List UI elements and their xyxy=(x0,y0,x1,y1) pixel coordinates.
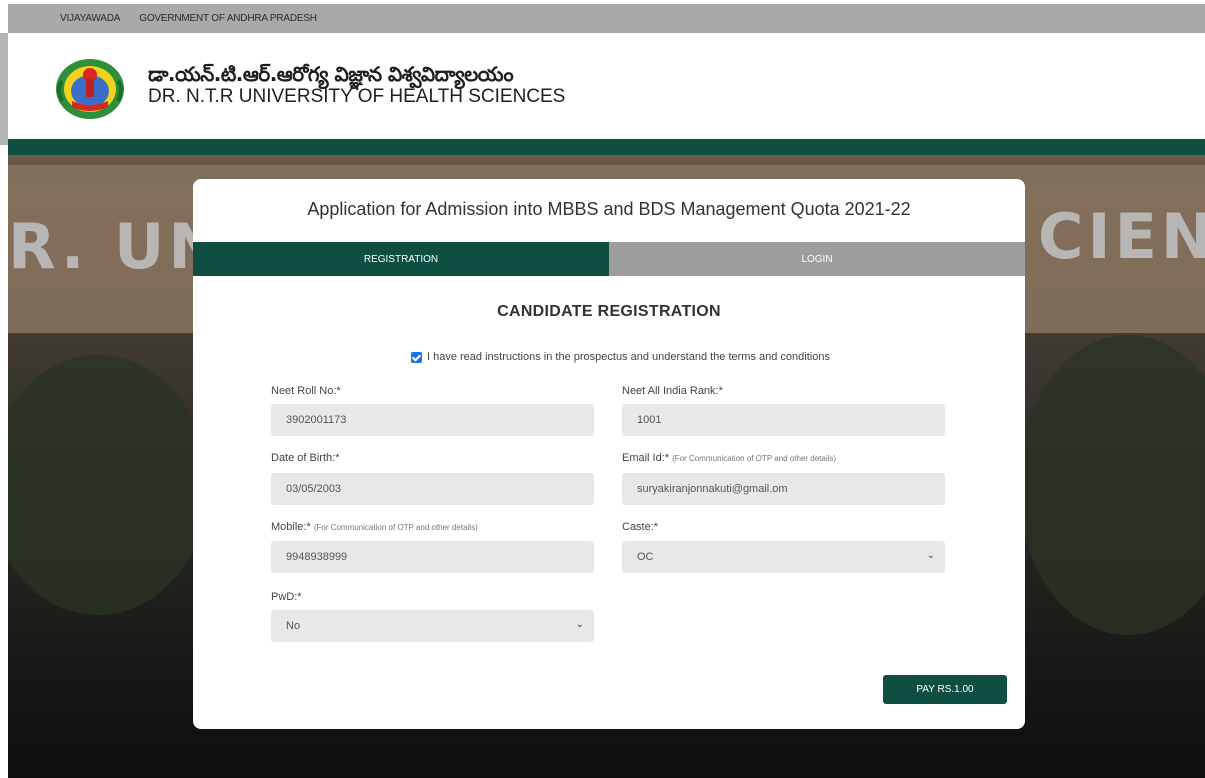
terms-checkbox[interactable] xyxy=(411,351,422,363)
terms-label: I have read instructions in the prospect… xyxy=(427,351,830,363)
neet-roll-value: 3902001173 xyxy=(286,414,347,426)
neet-rank-field[interactable]: 1001 xyxy=(622,404,945,436)
chevron-down-icon: ⌄ xyxy=(926,550,935,561)
caste-label: Caste:* xyxy=(622,521,659,533)
dob-value: 03/05/2003 xyxy=(286,483,342,495)
dob-field[interactable]: 03/05/2003 xyxy=(271,473,594,505)
neet-roll-field[interactable]: 3902001173 xyxy=(271,404,594,436)
mobile-hint: (For Communication of OTP and other deta… xyxy=(313,523,478,532)
pwd-selected-value: No xyxy=(286,620,301,632)
section-heading: CANDIDATE REGISTRATION xyxy=(497,303,721,320)
application-title: Application for Admission into MBBS and … xyxy=(307,199,911,219)
tab-bar: REGISTRATION LOGIN xyxy=(193,242,1025,276)
palm-tree-right xyxy=(1018,335,1205,635)
neet-rank-label: Neet All India Rank:* xyxy=(622,385,723,397)
header-divider xyxy=(8,139,1205,155)
email-value: suryakiranjonnakuti@gmail.om xyxy=(637,483,788,495)
registration-card: Application for Admission into MBBS and … xyxy=(193,179,1025,729)
caste-select[interactable]: OC ⌄ xyxy=(622,541,945,573)
email-label: Email Id:* (For Communication of OTP and… xyxy=(622,452,836,464)
top-bar: VIJAYAWADA GOVERNMENT OF ANDHRA PRADESH xyxy=(8,4,1205,33)
mobile-label-text: Mobile:* xyxy=(271,521,311,533)
palm-tree-left xyxy=(8,355,208,615)
site-header: డా.యన్.టి.ఆర్.ఆరోగ్య విజ్ఞాన విశ్వవిద్యా… xyxy=(8,33,1205,139)
neet-roll-label: Neet Roll No:* xyxy=(271,385,341,397)
left-border xyxy=(0,33,8,145)
pwd-label: PwD:* xyxy=(271,591,302,603)
pay-button[interactable]: PAY RS.1.00 xyxy=(883,675,1007,704)
university-name-english: DR. N.T.R UNIVERSITY OF HEALTH SCIENCES xyxy=(148,86,566,107)
email-field[interactable]: suryakiranjonnakuti@gmail.om xyxy=(622,473,945,505)
university-emblem-icon xyxy=(56,59,124,119)
building-letters-left: R. UN xyxy=(8,210,225,283)
building-letters-right: CIEN xyxy=(1038,200,1205,273)
city-label: VIJAYAWADA xyxy=(60,13,121,24)
email-hint: (For Communication of OTP and other deta… xyxy=(672,454,837,463)
tab-login[interactable]: LOGIN xyxy=(609,242,1025,276)
dob-label: Date of Birth:* xyxy=(271,452,340,464)
email-label-text: Email Id:* xyxy=(622,452,670,464)
neet-rank-value: 1001 xyxy=(637,414,662,426)
caste-selected-value: OC xyxy=(637,551,654,563)
mobile-value: 9948938999 xyxy=(286,551,348,563)
chevron-down-icon: ⌄ xyxy=(575,619,584,630)
pwd-select[interactable]: No ⌄ xyxy=(271,610,594,642)
tab-registration[interactable]: REGISTRATION xyxy=(193,242,609,276)
government-label: GOVERNMENT OF ANDHRA PRADESH xyxy=(139,13,317,24)
terms-agreement: I have read instructions in the prospect… xyxy=(411,351,830,363)
mobile-field[interactable]: 9948938999 xyxy=(271,541,594,573)
mobile-label: Mobile:* (For Communication of OTP and o… xyxy=(271,521,478,533)
